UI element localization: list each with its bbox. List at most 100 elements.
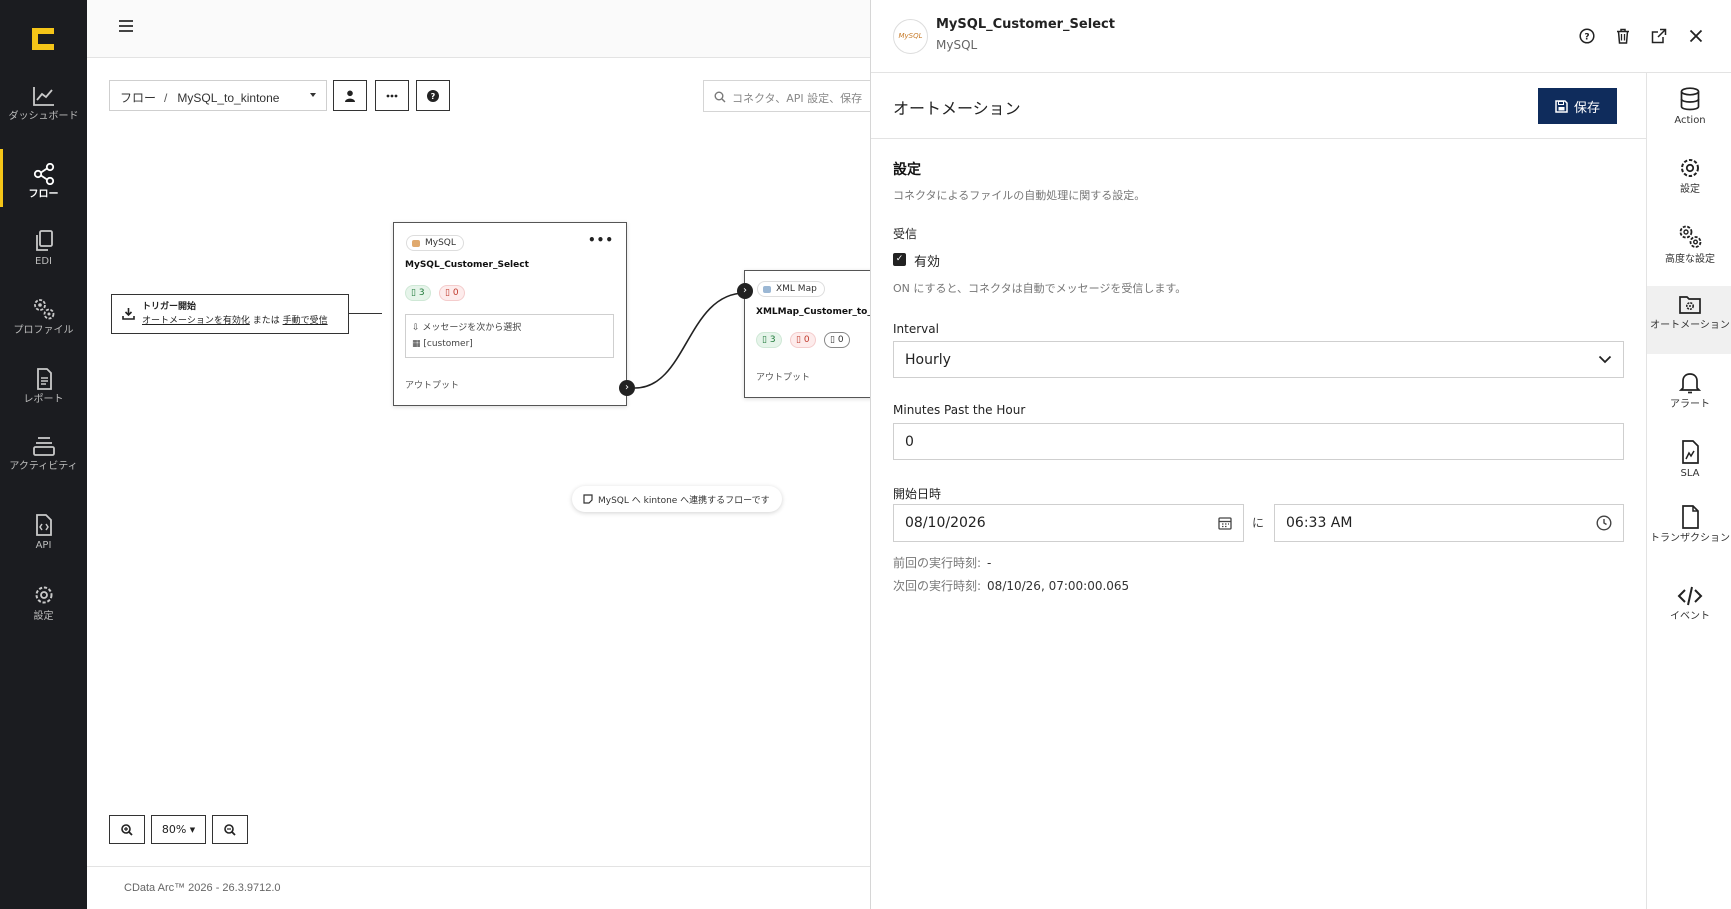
minutes-input[interactable]: 0 <box>893 423 1624 460</box>
enabled-label: 有効 <box>914 255 941 270</box>
close-button[interactable] <box>1686 26 1706 46</box>
flow-canvas[interactable]: フロー / MySQL_to_kintone ? コネクタ、API 設定、保存 トリ… <box>87 0 884 909</box>
manual-receive-link[interactable]: 手動で受信 <box>283 316 328 326</box>
panel-content: オートメーション 保存 設定 コネクタによるファイルの自動処理に関する設定。 受… <box>871 73 1646 909</box>
user-button[interactable] <box>333 80 367 111</box>
calendar-icon[interactable] <box>1218 516 1232 530</box>
breadcrumb-current: MySQL_to_kintone <box>177 91 280 105</box>
section-header: オートメーション 保存 <box>871 73 1646 139</box>
caret-down-icon: ▼ <box>189 825 196 834</box>
nav-label: プロファイル <box>13 325 74 336</box>
badge-error[interactable]: ▯ 0 <box>439 285 465 301</box>
start-time-input[interactable]: 06:33 AM <box>1274 504 1624 542</box>
table-icon: ▦ <box>412 338 421 349</box>
rnav-label: イベント <box>1670 611 1710 622</box>
rnav-action[interactable]: Action <box>1647 87 1731 133</box>
minutes-value: 0 <box>905 433 914 450</box>
report-document-icon <box>36 368 52 390</box>
badge-error-count: 0 <box>452 288 459 298</box>
nav-edi[interactable]: EDI <box>0 230 87 268</box>
nav-label: フロー <box>28 189 59 200</box>
nav-label: ダッシュボード <box>8 111 79 122</box>
interval-select[interactable]: Hourly <box>893 341 1624 378</box>
start-date-input[interactable]: 08/10/2026 <box>893 504 1244 542</box>
chevron-down-icon <box>1598 355 1612 364</box>
rnav-label: アラート <box>1670 399 1710 410</box>
enabled-checkbox[interactable]: ✓ <box>893 253 906 266</box>
breadcrumb-root[interactable]: フロー <box>120 91 156 105</box>
badge-success[interactable]: ▯ 3 <box>756 332 782 348</box>
rnav-events[interactable]: イベント <box>1647 585 1731 633</box>
badge-pending-count: 0 <box>837 335 844 345</box>
file-icon <box>1682 505 1699 529</box>
top-bar <box>87 0 870 58</box>
enable-automation-link[interactable]: オートメーションを有効化 <box>142 316 250 326</box>
save-button[interactable]: 保存 <box>1538 88 1617 124</box>
rnav-sla[interactable]: SLA <box>1647 440 1731 488</box>
folder-gear-icon <box>1679 296 1701 314</box>
file-pending-icon: ▯ <box>830 335 835 345</box>
message-select-box[interactable]: ⇩ メッセージを次から選択 ▦ [customer] <box>405 314 614 358</box>
last-run-label: 前回の実行時刻: <box>893 556 982 570</box>
flow-node-mysql[interactable]: MySQL ••• MySQL_Customer_Select ▯ 3 ▯ 0 … <box>393 222 627 406</box>
node-type-chip: XML Map <box>757 281 825 297</box>
badge-error[interactable]: ▯ 0 <box>790 332 816 348</box>
share-nodes-icon <box>33 163 54 185</box>
rnav-alerts[interactable]: アラート <box>1647 371 1731 419</box>
rnav-advanced[interactable]: 高度な設定 <box>1647 224 1731 272</box>
nav-settings[interactable]: 設定 <box>0 583 87 623</box>
chevron-down-icon[interactable] <box>310 93 316 97</box>
nav-dashboard[interactable]: ダッシュボード <box>0 85 87 123</box>
search-icon <box>714 91 726 103</box>
zoom-level-dropdown[interactable]: 80% ▼ <box>151 815 206 844</box>
help-button[interactable]: ? <box>1577 26 1597 46</box>
panel-right-nav: Action 設定 高度な設定 オートメーション アラート SLA トランザクシ… <box>1646 73 1731 909</box>
rnav-label: 高度な設定 <box>1665 254 1715 265</box>
clock-icon[interactable] <box>1596 515 1612 531</box>
more-button[interactable] <box>375 80 409 111</box>
zoom-out-button[interactable] <box>212 815 248 844</box>
datetime-separator: に <box>1252 516 1265 530</box>
nav-flow[interactable]: フロー <box>0 149 87 207</box>
app-logo[interactable] <box>30 26 56 52</box>
rnav-automation[interactable]: オートメーション <box>1647 286 1731 354</box>
last-run-value: - <box>987 556 992 570</box>
badge-success[interactable]: ▯ 3 <box>405 285 431 301</box>
zoom-in-icon <box>121 823 133 836</box>
nav-report[interactable]: レポート <box>0 368 87 406</box>
trigger-connector <box>349 313 382 314</box>
trigger-node[interactable]: トリガー開始 オートメーションを有効化 または 手動で受信 <box>111 294 349 334</box>
node-type-label: MySQL <box>425 238 456 248</box>
input-port-icon[interactable]: › <box>737 283 753 299</box>
rnav-settings[interactable]: 設定 <box>1647 156 1731 202</box>
help-button[interactable]: ? <box>416 80 450 111</box>
badge-success-count: 3 <box>418 288 425 298</box>
node-menu-icon[interactable]: ••• <box>588 233 614 247</box>
note-text: MySQL へ kintone へ連携するフローです <box>598 496 770 506</box>
nav-profile[interactable]: プロファイル <box>0 297 87 337</box>
chart-line-icon <box>32 87 54 106</box>
menu-icon[interactable] <box>119 20 133 32</box>
minutes-label: Minutes Past the Hour <box>893 403 1026 417</box>
open-external-button[interactable] <box>1649 26 1669 46</box>
search-input[interactable]: コネクタ、API 設定、保存 <box>703 80 873 112</box>
rnav-label: Action <box>1674 115 1706 126</box>
output-label: アウトプット <box>405 381 460 391</box>
nav-api[interactable]: API <box>0 514 87 552</box>
save-label: 保存 <box>1573 100 1600 116</box>
start-time-value: 06:33 AM <box>1286 515 1353 531</box>
zoom-level: 80% <box>161 823 187 836</box>
flow-note[interactable]: MySQL へ kintone へ連携するフローです <box>572 486 782 512</box>
start-date-value: 08/10/2026 <box>905 515 986 531</box>
node-type-chip: MySQL <box>406 235 464 251</box>
rnav-label: 設定 <box>1680 184 1700 195</box>
delete-button[interactable] <box>1613 26 1633 46</box>
flow-node-xmlmap[interactable]: XML Map XMLMap_Customer_to_C ▯ 3 ▯ 0 ▯ 0… <box>744 270 884 398</box>
nav-activity[interactable]: アクティビティ <box>0 435 87 473</box>
rnav-transactions[interactable]: トランザクション <box>1647 505 1731 565</box>
breadcrumb[interactable]: フロー / MySQL_to_kintone <box>109 80 327 111</box>
zoom-in-button[interactable] <box>109 815 145 844</box>
next-run-value: 08/10/26, 07:00:00.065 <box>987 579 1130 593</box>
badge-pending[interactable]: ▯ 0 <box>824 332 850 348</box>
file-icon: ▯ <box>762 335 767 345</box>
